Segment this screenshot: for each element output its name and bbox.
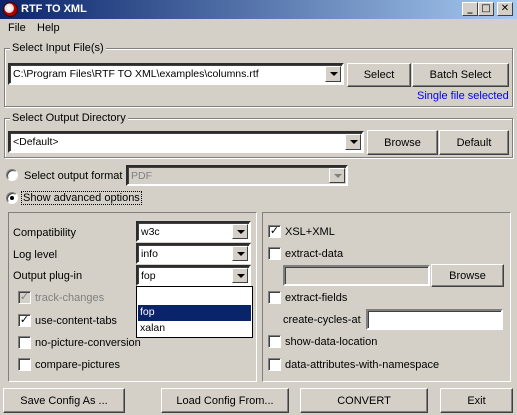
extract-data-browse-button[interactable]: Browse	[431, 264, 504, 287]
default-output-button[interactable]: Default	[439, 130, 509, 155]
load-config-button[interactable]: Load Config From...	[161, 388, 289, 413]
output-plugin-value: fop	[141, 270, 156, 282]
input-file-path: C:\Program Files\RTF TO XML\examples\col…	[13, 68, 259, 80]
output-dir-combo[interactable]: <Default>	[8, 131, 364, 153]
chevron-down-icon[interactable]	[232, 268, 248, 283]
use-content-tabs-label[interactable]: use-content-tabs	[35, 315, 117, 327]
compatibility-label: Compatibility	[13, 227, 76, 239]
chevron-down-icon[interactable]	[325, 66, 341, 82]
menu-help[interactable]: Help	[37, 22, 60, 34]
output-plugin-label: Output plug-in	[13, 270, 83, 282]
xsl-xml-label[interactable]: XSL+XML	[285, 226, 335, 238]
extract-fields-label[interactable]: extract-fields	[285, 292, 347, 304]
plugin-option-xalan[interactable]: xalan	[138, 321, 251, 337]
output-plugin-dropdown-list[interactable]: fop xalan	[136, 286, 253, 338]
output-dir-group-label: Select Output Directory	[10, 112, 128, 124]
compare-pictures-label[interactable]: compare-pictures	[35, 359, 120, 371]
log-level-combo[interactable]: info	[136, 243, 251, 264]
browse-output-button[interactable]: Browse	[367, 130, 438, 155]
plugin-option-blank[interactable]	[138, 288, 251, 304]
input-file-combo[interactable]: C:\Program Files\RTF TO XML\examples\col…	[8, 63, 344, 85]
menu-bar	[0, 19, 517, 37]
advanced-options-radio[interactable]	[6, 192, 18, 204]
compare-pictures-checkbox[interactable]	[18, 358, 31, 371]
select-button[interactable]: Select	[347, 63, 411, 87]
no-picture-conversion-label[interactable]: no-picture-conversion	[35, 337, 141, 349]
data-attributes-label[interactable]: data-attributes-with-namespace	[285, 359, 439, 371]
chevron-down-icon[interactable]	[232, 246, 248, 261]
compatibility-value: w3c	[141, 226, 160, 238]
extract-fields-checkbox[interactable]	[268, 291, 281, 304]
log-level-value: info	[141, 248, 158, 260]
output-format-label[interactable]: Select output format	[24, 170, 122, 182]
data-attributes-checkbox[interactable]	[268, 358, 281, 371]
output-format-value: PDF	[131, 170, 152, 182]
use-content-tabs-checkbox[interactable]: ✓	[18, 314, 31, 327]
extract-data-path-field	[283, 265, 430, 286]
chevron-down-icon[interactable]	[345, 134, 361, 150]
track-changes-checkbox: ✓	[18, 291, 31, 304]
log-level-label: Log level	[13, 249, 58, 261]
selection-status: Single file selected	[417, 90, 509, 102]
save-config-button[interactable]: Save Config As ...	[3, 388, 125, 413]
xsl-xml-checkbox[interactable]: ✓	[268, 225, 281, 238]
show-data-location-label[interactable]: show-data-location	[285, 336, 377, 348]
track-changes-label: track-changes	[35, 292, 105, 304]
extract-data-label[interactable]: extract-data	[285, 248, 343, 260]
maximize-button[interactable]: □	[478, 2, 494, 16]
extract-data-checkbox[interactable]	[268, 247, 281, 260]
create-cycles-at-field[interactable]	[366, 309, 503, 330]
close-button[interactable]: ✕	[497, 2, 513, 16]
batch-select-button[interactable]: Batch Select	[412, 63, 509, 87]
app-icon	[3, 2, 18, 17]
output-format-combo: PDF	[126, 165, 348, 186]
chevron-down-icon	[329, 168, 345, 183]
plugin-option-fop[interactable]: fop	[138, 305, 251, 321]
minimize-button[interactable]: _	[462, 2, 478, 16]
menu-file[interactable]: File	[8, 22, 26, 34]
output-plugin-combo[interactable]: fop	[136, 265, 251, 286]
window-title: RTF TO XML	[21, 3, 87, 15]
no-picture-conversion-checkbox[interactable]	[18, 336, 31, 349]
create-cycles-at-label: create-cycles-at	[283, 314, 361, 326]
output-format-radio[interactable]	[6, 169, 18, 181]
output-dir-value: <Default>	[13, 136, 59, 148]
input-group-label: Select Input File(s)	[10, 42, 106, 54]
exit-button[interactable]: Exit	[440, 388, 513, 413]
advanced-options-label[interactable]: Show advanced options	[21, 191, 142, 205]
chevron-down-icon[interactable]	[232, 224, 248, 239]
show-data-location-checkbox[interactable]	[268, 335, 281, 348]
convert-button[interactable]: CONVERT	[300, 388, 428, 413]
title-bar[interactable]: RTF TO XML _ □ ✕	[0, 0, 517, 19]
compatibility-combo[interactable]: w3c	[136, 221, 251, 242]
